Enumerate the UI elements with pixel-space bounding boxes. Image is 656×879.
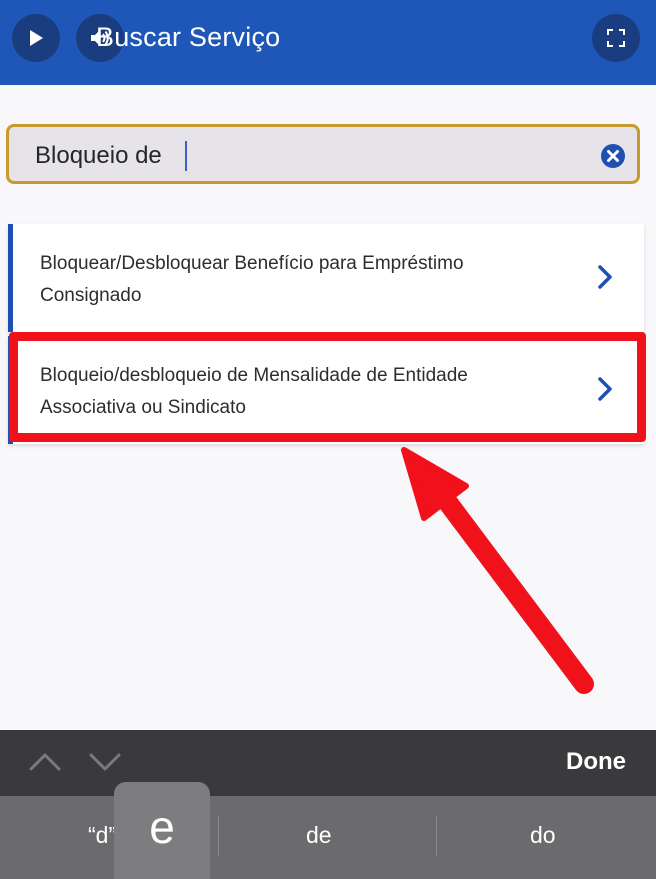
fullscreen-icon <box>607 29 625 47</box>
key-popup-letter: e <box>149 801 175 853</box>
fullscreen-button[interactable] <box>592 14 640 62</box>
result-label: Bloqueio/desbloqueio de Mensalidade de E… <box>40 365 468 418</box>
chevron-up-icon[interactable] <box>28 750 62 774</box>
result-item-mensalidade[interactable]: Bloqueio/desbloqueio de Mensalidade de E… <box>8 336 644 444</box>
chevron-right-icon <box>598 377 612 401</box>
clear-icon[interactable] <box>601 144 625 168</box>
result-item-emprestimo[interactable]: Bloquear/Desbloquear Benefício para Empr… <box>8 224 644 332</box>
suggestion-do[interactable]: do <box>530 822 556 849</box>
divider <box>436 816 437 856</box>
search-field[interactable] <box>6 124 640 184</box>
chevron-right-icon <box>598 265 612 289</box>
suggestion-bar: “d” de do <box>0 796 656 879</box>
key-popup: e <box>114 782 210 879</box>
done-button[interactable]: Done <box>566 748 626 776</box>
chevron-down-icon[interactable] <box>88 750 122 774</box>
suggestion-de[interactable]: de <box>306 822 332 849</box>
app-header: Buscar Serviço <box>0 0 656 85</box>
result-label: Bloquear/Desbloquear Benefício para Empr… <box>40 253 464 306</box>
keyboard-toolbar: Done <box>0 730 656 796</box>
text-caret <box>185 141 187 171</box>
results-list: Bloquear/Desbloquear Benefício para Empr… <box>8 224 644 448</box>
play-icon <box>30 30 43 46</box>
search-input[interactable] <box>35 141 575 171</box>
play-button[interactable] <box>12 14 60 62</box>
suggestion-quoted[interactable]: “d” <box>88 822 116 849</box>
page-title: Buscar Serviço <box>96 22 281 52</box>
divider <box>218 816 219 856</box>
